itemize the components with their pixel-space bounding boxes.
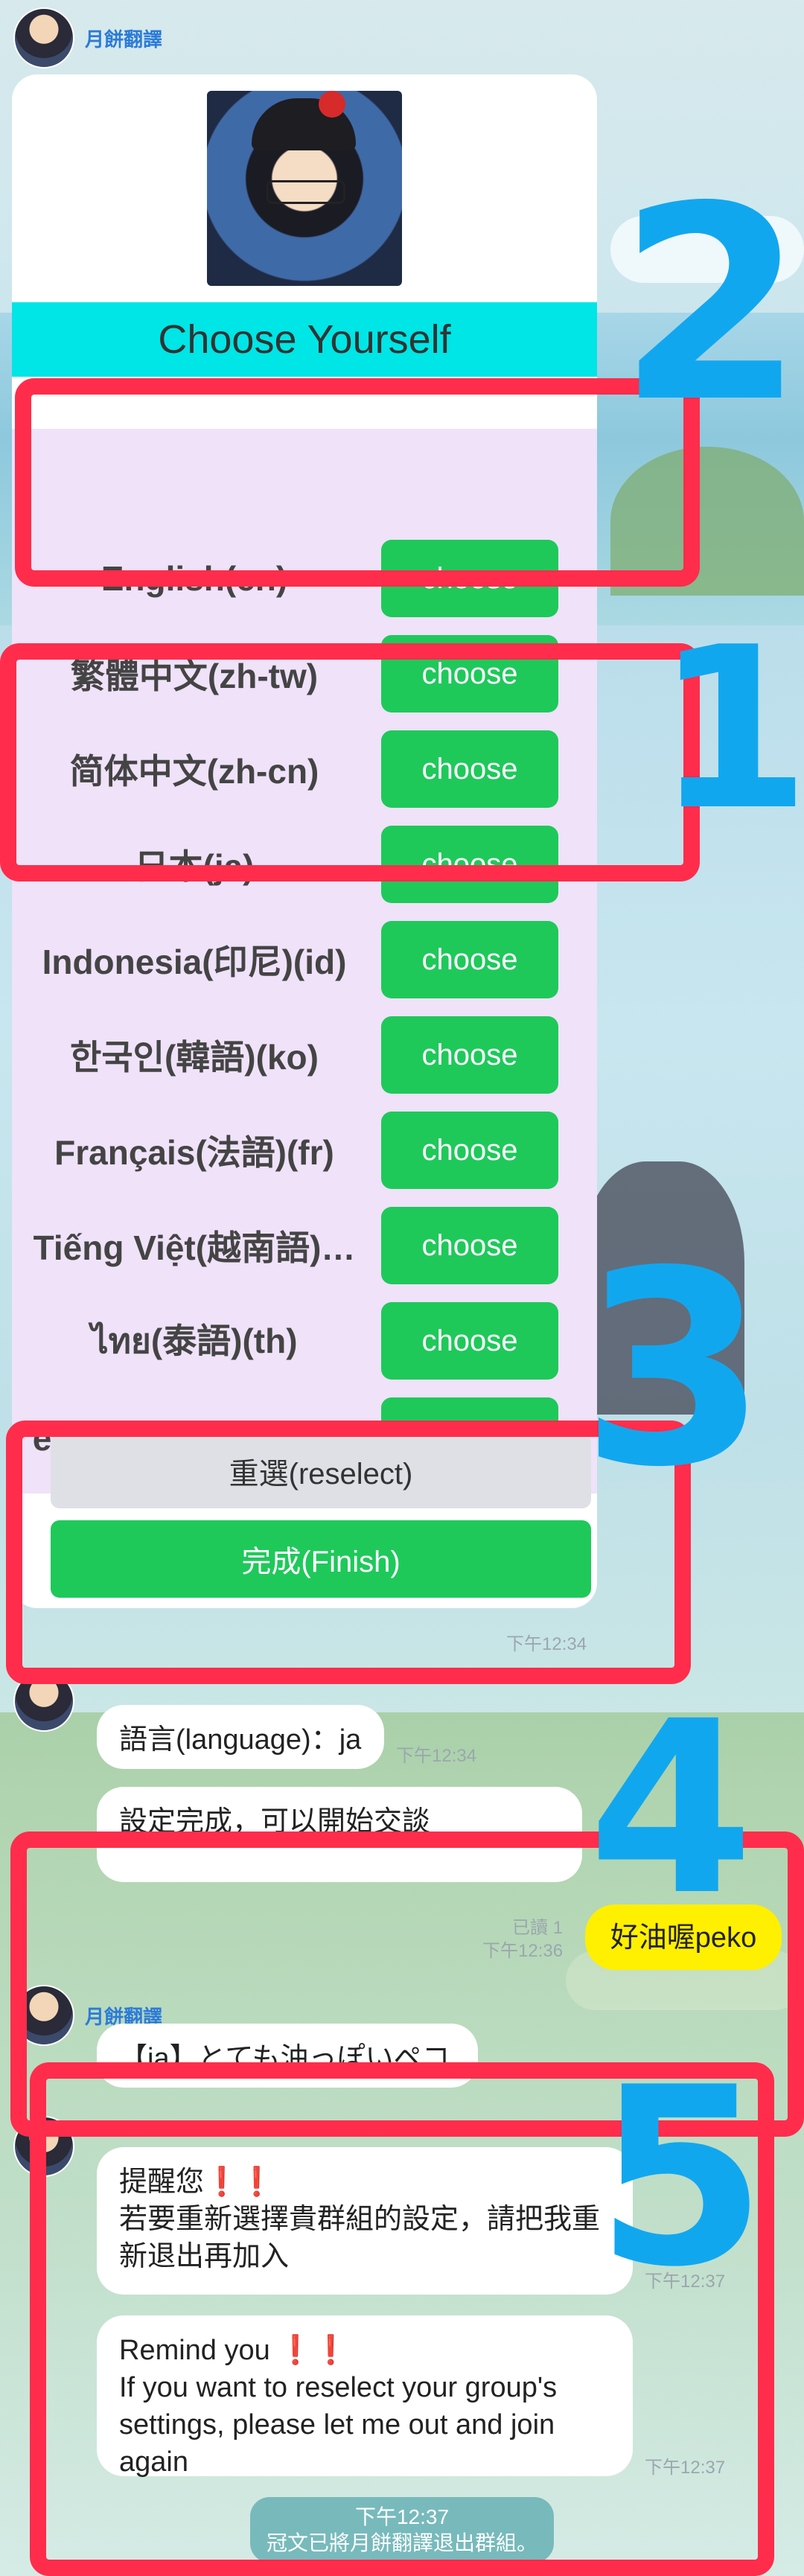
- language-name: 한국인(韓語)(ko): [70, 1038, 319, 1077]
- language-name: ไทย(泰語)(th): [91, 1321, 298, 1360]
- annotation-number-4: 4: [588, 1671, 754, 1948]
- choose-button[interactable]: choose: [381, 1112, 558, 1189]
- language-name: Français(法語)(fr): [54, 1133, 334, 1172]
- choose-button[interactable]: choose: [381, 1302, 558, 1380]
- language-row: ไทย(泰語)(th) choose: [12, 1301, 597, 1380]
- choose-button[interactable]: choose: [381, 921, 558, 998]
- message-time: 下午12:34: [396, 1746, 477, 1766]
- card-image: [207, 91, 402, 286]
- language-row: 한국인(韓語)(ko) choose: [12, 1016, 597, 1094]
- language-name: Indonesia(印尼)(id): [42, 943, 347, 981]
- sender-name: 月餅翻譯: [85, 28, 163, 51]
- choose-button[interactable]: choose: [381, 1207, 558, 1284]
- annotation-box-2: [15, 378, 700, 587]
- language-name: Tiếng Việt(越南語)…: [33, 1228, 356, 1267]
- avatar[interactable]: [13, 7, 74, 68]
- language-row: Français(法語)(fr) choose: [12, 1111, 597, 1190]
- annotation-box-1: [0, 643, 700, 881]
- card-title: Choose Yourself: [12, 302, 597, 377]
- annotation-number-5: 5: [596, 2035, 767, 2321]
- sender-header: 月餅翻譯: [13, 7, 162, 68]
- annotation-number-3: 3: [581, 1214, 768, 1525]
- annotation-number-1: 1: [655, 599, 804, 859]
- choose-button[interactable]: choose: [381, 1016, 558, 1094]
- language-list: English(en) choose 繁體中文(zh-tw) choose 简体…: [12, 429, 597, 1493]
- message-bubble: 語言(language)：ja: [97, 1705, 384, 1769]
- language-row: Tiếng Việt(越南語)… choose: [12, 1206, 597, 1285]
- annotation-number-2: 2: [618, 149, 804, 461]
- language-row: Indonesia(印尼)(id) choose: [12, 920, 597, 999]
